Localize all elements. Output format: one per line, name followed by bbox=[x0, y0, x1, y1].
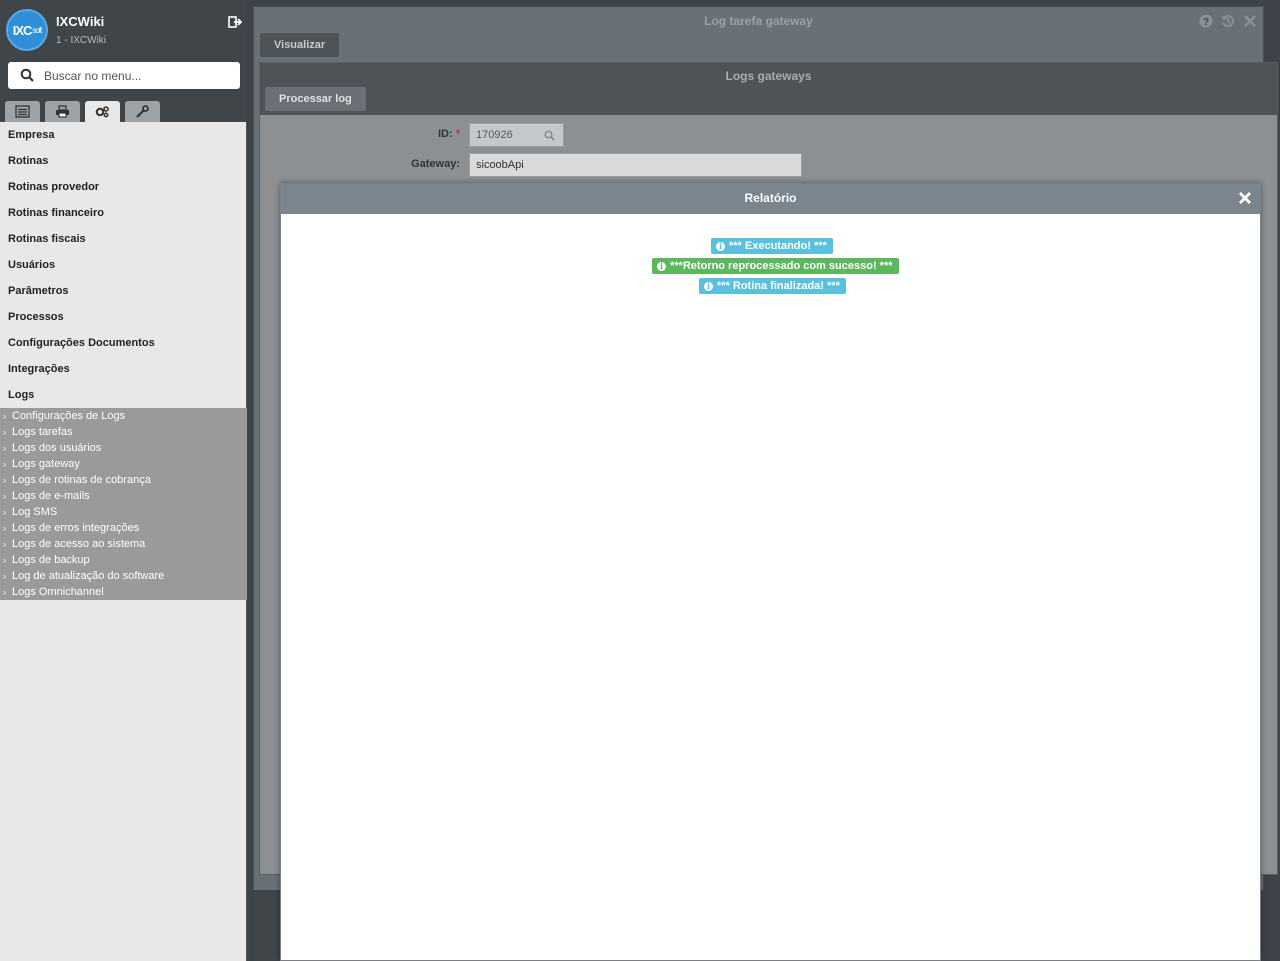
menu-search[interactable] bbox=[8, 62, 240, 89]
menu-item-empresa[interactable]: Empresa bbox=[0, 122, 247, 148]
gateway-label: Gateway: bbox=[411, 158, 460, 170]
svg-text:?: ? bbox=[1203, 17, 1209, 28]
sidebar-menu: Empresa Rotinas Rotinas provedor Rotinas… bbox=[0, 122, 247, 600]
wrench-icon bbox=[136, 105, 149, 118]
info-icon bbox=[704, 278, 713, 294]
list-icon bbox=[15, 105, 30, 118]
chevron-right-icon: › bbox=[3, 427, 6, 437]
history-icon[interactable] bbox=[1221, 14, 1235, 28]
app-logo[interactable]: IXC soft bbox=[6, 9, 48, 51]
chevron-right-icon: › bbox=[3, 507, 6, 517]
chevron-right-icon: › bbox=[3, 523, 6, 533]
modal-header: Relatório bbox=[281, 184, 1260, 214]
menu-item-configuracoes-documentos[interactable]: Configurações Documentos bbox=[0, 330, 247, 356]
submenu-item[interactable]: › Logs de backup bbox=[0, 552, 247, 568]
close-icon[interactable] bbox=[1238, 191, 1252, 205]
window-controls: ? bbox=[1199, 14, 1257, 28]
chevron-right-icon: › bbox=[3, 587, 6, 597]
search-icon bbox=[20, 68, 34, 82]
help-icon[interactable]: ? bbox=[1199, 14, 1213, 28]
inner-window-header: Logs gateways Processar log bbox=[260, 63, 1277, 115]
menu-item-integracoes[interactable]: Integrações bbox=[0, 356, 247, 382]
chevron-right-icon: › bbox=[3, 443, 6, 453]
id-label: ID: * bbox=[437, 128, 460, 140]
print-icon bbox=[56, 105, 69, 118]
menu-item-rotinas-financeiro[interactable]: Rotinas financeiro bbox=[0, 200, 247, 226]
chevron-right-icon: › bbox=[3, 555, 6, 565]
menu-item-processos[interactable]: Processos bbox=[0, 304, 247, 330]
submenu-item[interactable]: › Logs tarefas bbox=[0, 424, 247, 440]
app-subtitle: 1 - IXCWiki bbox=[56, 35, 106, 46]
search-icon[interactable] bbox=[544, 130, 555, 141]
submenu-item[interactable]: › Logs de rotinas de cobrança bbox=[0, 472, 247, 488]
tab-list[interactable] bbox=[5, 101, 40, 122]
menu-item-parametros[interactable]: Parâmetros bbox=[0, 278, 247, 304]
id-field[interactable]: 170926 bbox=[469, 123, 564, 147]
chevron-right-icon: › bbox=[3, 411, 6, 421]
info-icon bbox=[716, 238, 725, 254]
gateway-field[interactable]: sicoobApi bbox=[469, 153, 802, 177]
menu-item-rotinas[interactable]: Rotinas bbox=[0, 148, 247, 174]
submenu-item[interactable]: › Logs gateway bbox=[0, 456, 247, 472]
status-badge-executing: *** Executando! *** bbox=[711, 238, 833, 254]
inner-window-title: Logs gateways bbox=[725, 69, 812, 83]
status-badge-success: ***Retorno reprocessado com sucesso! *** bbox=[652, 258, 899, 274]
tab-tools[interactable] bbox=[125, 101, 160, 122]
visualizar-button[interactable]: Visualizar bbox=[260, 33, 340, 57]
processar-log-button[interactable]: Processar log bbox=[265, 87, 366, 111]
menu-item-logs[interactable]: Logs bbox=[0, 382, 247, 408]
search-input[interactable] bbox=[44, 66, 234, 85]
logs-submenu: › Configurações de Logs › Logs tarefas › Lo… bbox=[0, 408, 247, 600]
submenu-item[interactable]: › Logs Omnichannel bbox=[0, 584, 247, 600]
close-icon[interactable] bbox=[1243, 14, 1257, 28]
submenu-item[interactable]: › Logs de e-mails bbox=[0, 488, 247, 504]
submenu-item[interactable]: › Logs de erros integrações bbox=[0, 520, 247, 536]
menu-item-usuarios[interactable]: Usuários bbox=[0, 252, 247, 278]
submenu-item[interactable]: › Log SMS bbox=[0, 504, 247, 520]
logout-icon[interactable] bbox=[228, 15, 242, 29]
outer-window-title: Log tarefa gateway bbox=[704, 14, 813, 28]
report-modal: Relatório *** Executando! *** ***Retorno… bbox=[280, 183, 1261, 961]
status-badge-finished: *** Rotina finalizada! *** bbox=[699, 278, 846, 294]
submenu-item[interactable]: › Logs dos usuários bbox=[0, 440, 247, 456]
sidebar-header: IXC soft IXCWiki 1 - IXCWiki bbox=[0, 0, 247, 122]
chevron-right-icon: › bbox=[3, 475, 6, 485]
app-name: IXCWiki bbox=[56, 14, 105, 29]
gears-icon bbox=[95, 106, 109, 118]
chevron-right-icon: › bbox=[3, 571, 6, 581]
chevron-right-icon: › bbox=[3, 539, 6, 549]
submenu-item[interactable]: › Configurações de Logs bbox=[0, 408, 247, 424]
menu-item-rotinas-provedor[interactable]: Rotinas provedor bbox=[0, 174, 247, 200]
chevron-right-icon: › bbox=[3, 459, 6, 469]
chevron-right-icon: › bbox=[3, 491, 6, 501]
info-icon bbox=[657, 258, 666, 274]
tab-print[interactable] bbox=[45, 101, 80, 122]
sidebar: IXC soft IXCWiki 1 - IXCWiki Buscar no m… bbox=[0, 0, 247, 961]
menu-item-rotinas-fiscais[interactable]: Rotinas fiscais bbox=[0, 226, 247, 252]
submenu-item[interactable]: › Logs de acesso ao sistema bbox=[0, 536, 247, 552]
tab-settings[interactable] bbox=[85, 101, 120, 122]
modal-title: Relatório bbox=[744, 191, 797, 205]
submenu-item[interactable]: › Log de atualização do software bbox=[0, 568, 247, 584]
